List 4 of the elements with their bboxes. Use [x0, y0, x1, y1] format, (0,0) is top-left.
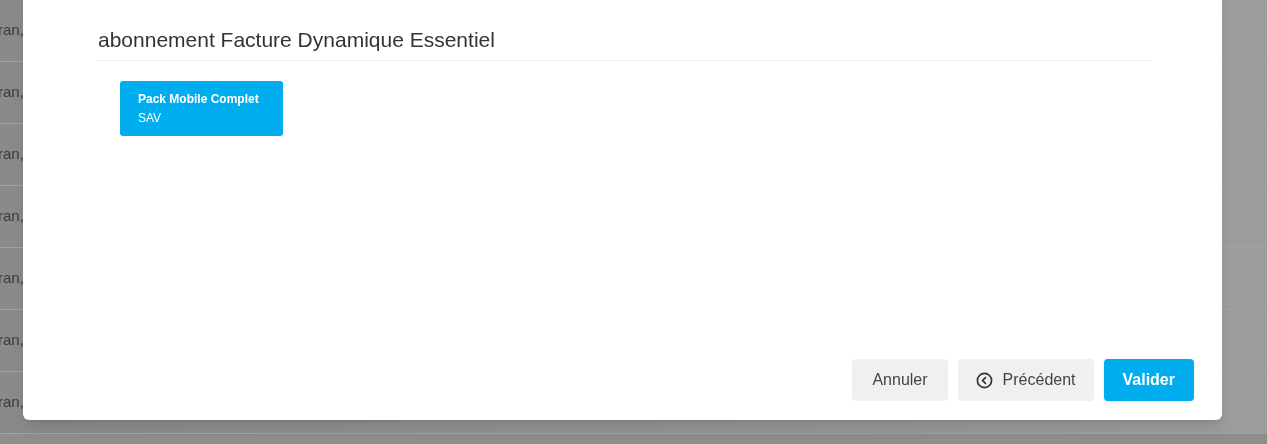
chevron-left-circle-icon [975, 371, 993, 389]
previous-button[interactable]: Précédent [957, 359, 1094, 401]
cancel-button[interactable]: Annuler [852, 359, 948, 401]
modal-title: abonnement Facture Dynamique Essentiel [98, 26, 1150, 61]
